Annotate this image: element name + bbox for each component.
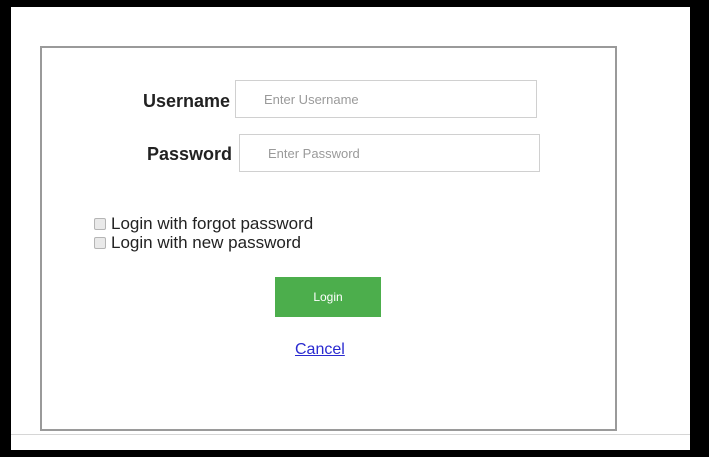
new-password-option[interactable]: Login with new password (94, 233, 301, 253)
username-label: Username (142, 91, 230, 111)
frame-border-bottom (0, 450, 709, 457)
forgot-password-checkbox[interactable] (94, 218, 106, 230)
frame-border-left (0, 0, 11, 457)
screenshot-frame: Username Password Login with forgot pass… (0, 0, 709, 457)
divider (11, 434, 690, 435)
password-label: Password (146, 144, 232, 164)
username-input[interactable] (235, 80, 537, 118)
login-form: Username Password Login with forgot pass… (40, 46, 617, 431)
login-button[interactable]: Login (275, 277, 381, 317)
frame-border-top (0, 0, 709, 7)
forgot-password-option[interactable]: Login with forgot password (94, 214, 313, 234)
new-password-checkbox[interactable] (94, 237, 106, 249)
forgot-password-label: Login with forgot password (111, 214, 314, 233)
frame-border-right (690, 0, 709, 457)
password-input[interactable] (239, 134, 540, 172)
cancel-link[interactable]: Cancel (295, 341, 345, 359)
new-password-label: Login with new password (111, 233, 301, 252)
